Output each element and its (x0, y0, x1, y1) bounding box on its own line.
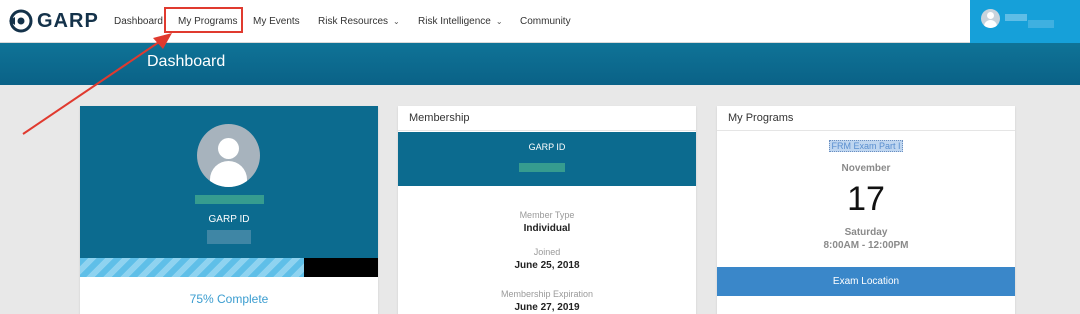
top-navigation-bar: GARP Dashboard My Programs My Events Ris… (0, 0, 1080, 43)
nav-dashboard-label: Dashboard (114, 16, 163, 27)
nav-community-label: Community (520, 16, 571, 27)
chevron-down-icon: ⌄ (393, 17, 400, 26)
exam-location-button[interactable]: Exam Location (717, 267, 1015, 296)
page-title: Dashboard (147, 53, 226, 70)
exam-day: 17 (847, 180, 885, 218)
membership-garp-id-redacted (519, 163, 565, 172)
membership-garp-id-label: GARP ID (528, 142, 566, 152)
exam-name-link[interactable]: FRM Exam Part I (717, 140, 1015, 152)
exam-time: 8:00AM - 12:00PM (823, 240, 909, 251)
nav-community[interactable]: Community (520, 0, 571, 43)
nav-risk-intelligence-label: Risk Intelligence (418, 16, 491, 27)
joined-value: June 25, 2018 (514, 260, 580, 271)
profile-progress-bar (80, 258, 378, 277)
nav-risk-resources-label: Risk Resources (318, 16, 389, 27)
expiration-value: June 27, 2019 (514, 302, 580, 313)
joined-label: Joined (533, 247, 561, 257)
logo-text: GARP (37, 9, 99, 32)
user-menu[interactable] (970, 0, 1080, 43)
membership-card: Membership GARP ID Member Type Individua… (398, 106, 696, 314)
profile-garp-id-redacted (207, 230, 251, 244)
page-title-bar: Dashboard (0, 43, 1080, 85)
user-name-redacted (1005, 14, 1027, 21)
nav-risk-intelligence[interactable]: Risk Intelligence ⌄ (418, 0, 503, 43)
expiration-label: Membership Expiration (500, 289, 594, 299)
exam-month: November (841, 163, 891, 174)
user-name-redacted-2 (1028, 20, 1054, 28)
annotation-highlight-box (164, 7, 243, 33)
garp-logo-icon (9, 9, 33, 33)
nav-my-events[interactable]: My Events (253, 0, 300, 43)
profile-name-redacted (195, 195, 264, 204)
member-type-value: Individual (523, 223, 571, 234)
profile-progress-fill (80, 258, 304, 277)
nav-my-events-label: My Events (253, 16, 300, 27)
profile-garp-id-label: GARP ID (208, 214, 250, 225)
my-programs-card: My Programs FRM Exam Part I November 17 … (717, 106, 1015, 314)
nav-dashboard[interactable]: Dashboard (114, 0, 163, 43)
user-avatar-icon (981, 9, 1000, 28)
member-type-label: Member Type (519, 210, 575, 220)
garp-logo[interactable]: GARP (8, 8, 99, 34)
nav-risk-resources[interactable]: Risk Resources ⌄ (318, 0, 400, 43)
exam-weekday: Saturday (844, 227, 888, 238)
membership-id-band: GARP ID (398, 132, 696, 186)
profile-card: GARP ID 75% Complete (80, 106, 378, 314)
chevron-down-icon: ⌄ (495, 17, 503, 26)
profile-complete-label: 75% Complete (189, 292, 269, 306)
profile-avatar-icon (197, 124, 260, 187)
my-programs-card-title: My Programs (717, 106, 1015, 131)
exam-name: FRM Exam Part I (829, 140, 903, 152)
profile-header: GARP ID (80, 106, 378, 258)
membership-card-title: Membership (398, 106, 696, 131)
